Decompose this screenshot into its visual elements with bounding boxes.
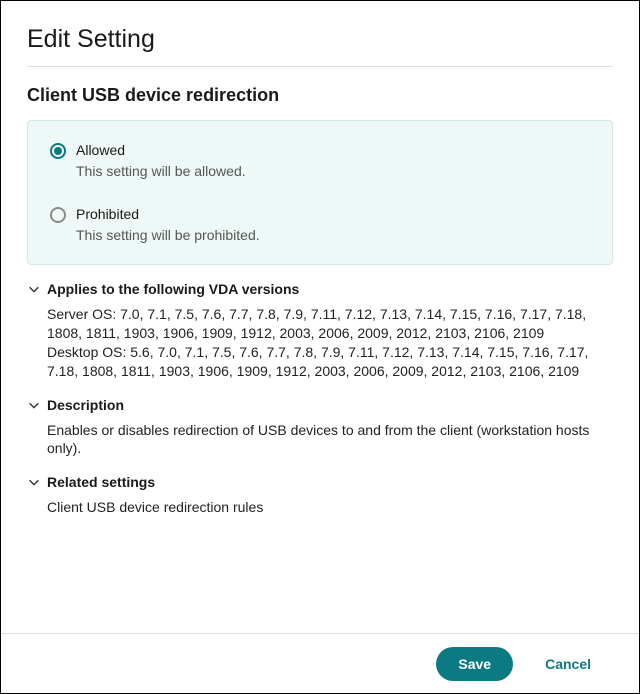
dialog-title: Edit Setting: [27, 25, 613, 54]
radio-allowed-control[interactable]: [50, 143, 66, 159]
chevron-down-icon: [27, 398, 41, 412]
section-vda-header[interactable]: Applies to the following VDA versions: [27, 281, 613, 297]
related-body: Client USB device redirection rules: [47, 498, 613, 517]
radio-prohibited-label: Prohibited: [76, 205, 260, 224]
section-description-title: Description: [47, 397, 124, 413]
options-group: Allowed This setting will be allowed. Pr…: [27, 120, 613, 265]
chevron-down-icon: [27, 282, 41, 296]
section-description-header[interactable]: Description: [27, 397, 613, 413]
section-vda: Applies to the following VDA versions Se…: [27, 281, 613, 381]
divider: [27, 66, 613, 67]
dialog-footer: Save Cancel: [1, 633, 639, 693]
section-vda-title: Applies to the following VDA versions: [47, 281, 299, 297]
section-related-header[interactable]: Related settings: [27, 474, 613, 490]
section-related: Related settings Client USB device redir…: [27, 474, 613, 517]
setting-name: Client USB device redirection: [27, 85, 613, 106]
section-description: Description Enables or disables redirect…: [27, 397, 613, 459]
save-button[interactable]: Save: [436, 647, 513, 681]
vda-desktop-os: Desktop OS: 5.6, 7.0, 7.1, 7.5, 7.6, 7.7…: [47, 343, 613, 381]
radio-allowed-label: Allowed: [76, 141, 246, 160]
description-body: Enables or disables redirection of USB d…: [47, 421, 613, 459]
cancel-button[interactable]: Cancel: [523, 647, 613, 681]
radio-prohibited-control[interactable]: [50, 207, 66, 223]
radio-prohibited-sub: This setting will be prohibited.: [76, 226, 260, 246]
vda-server-os: Server OS: 7.0, 7.1, 7.5, 7.6, 7.7, 7.8,…: [47, 305, 613, 343]
radio-prohibited[interactable]: Prohibited This setting will be prohibit…: [50, 205, 590, 245]
chevron-down-icon: [27, 475, 41, 489]
section-related-title: Related settings: [47, 474, 155, 490]
radio-allowed-sub: This setting will be allowed.: [76, 162, 246, 182]
radio-allowed[interactable]: Allowed This setting will be allowed.: [50, 141, 590, 181]
